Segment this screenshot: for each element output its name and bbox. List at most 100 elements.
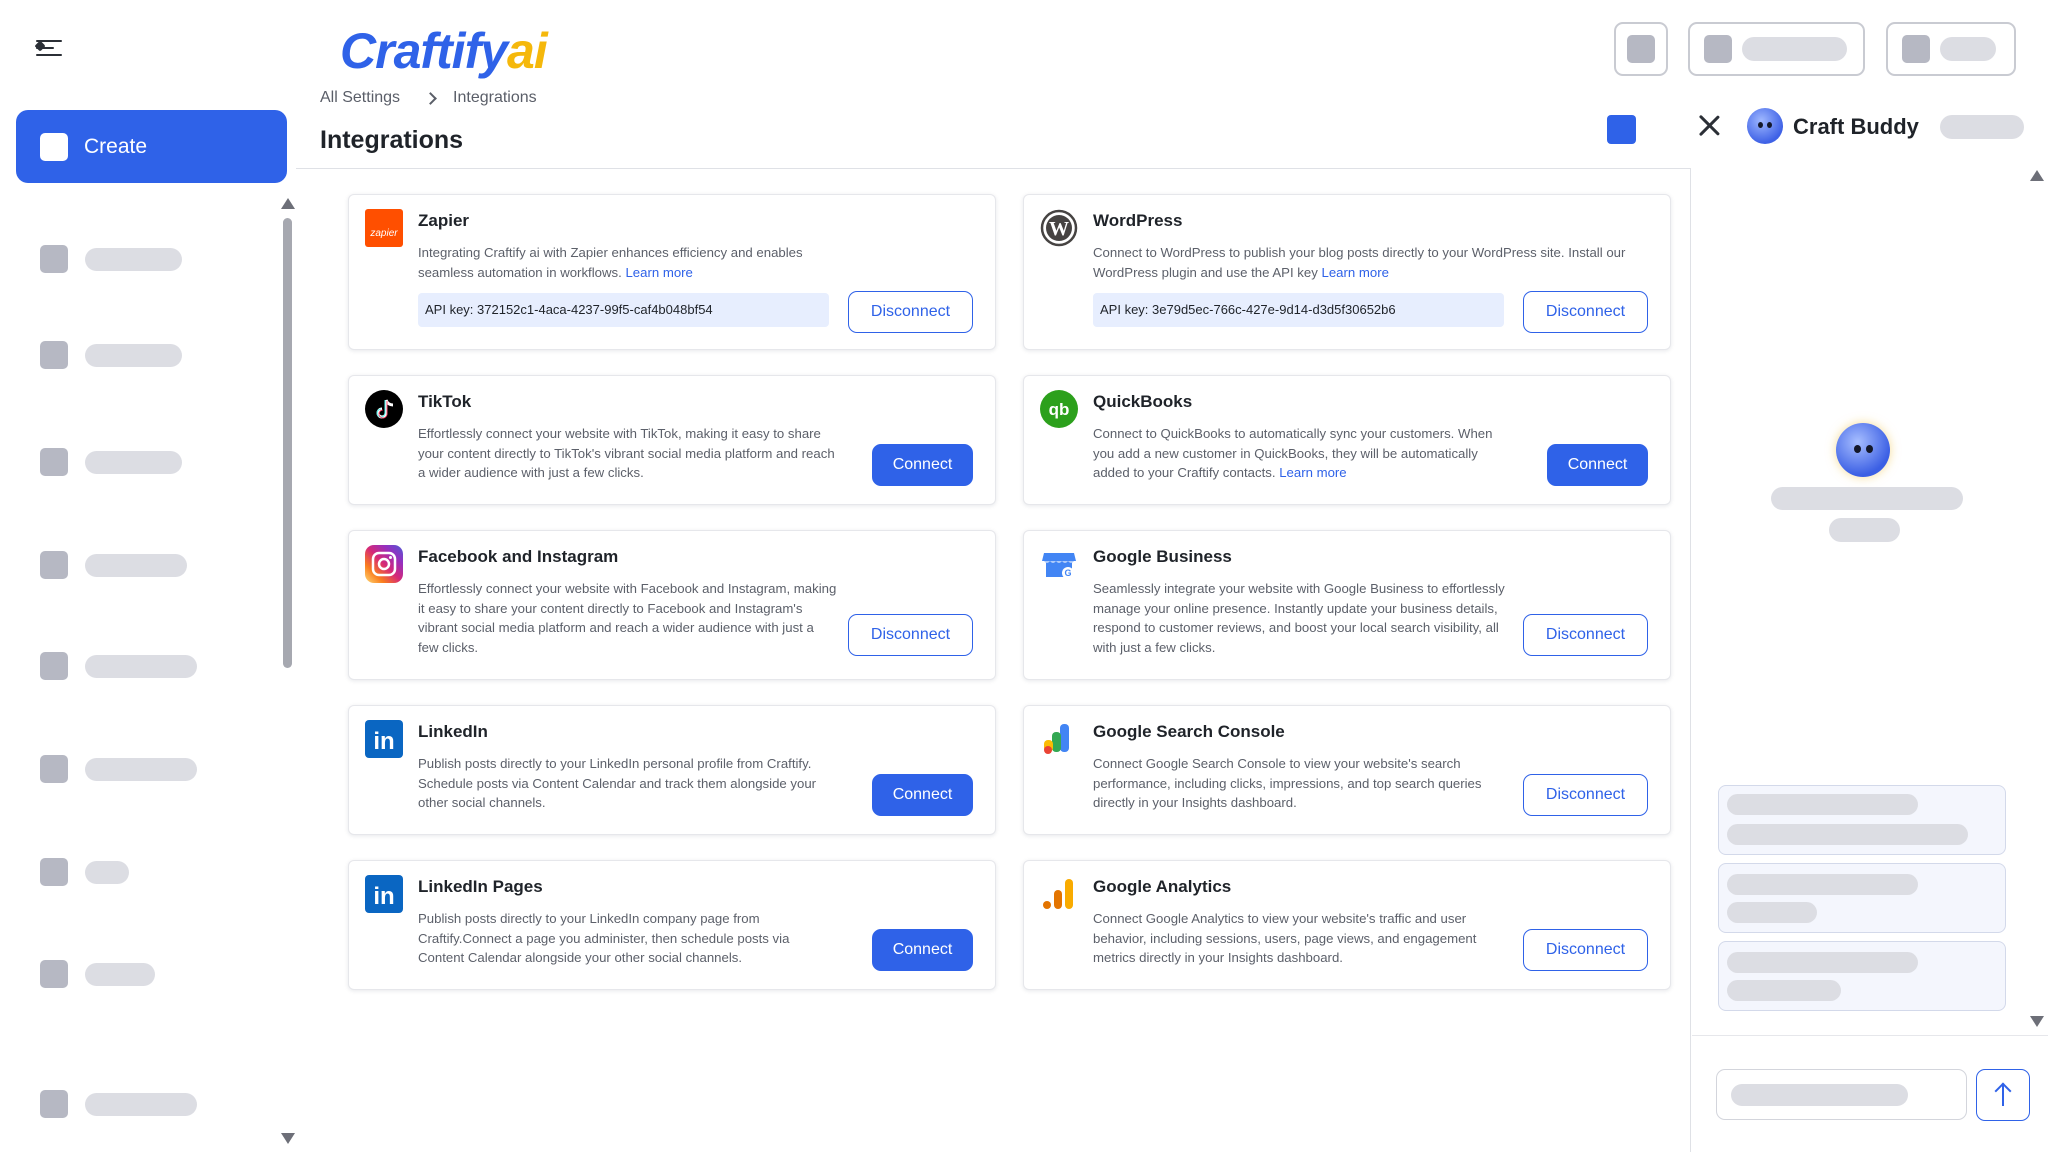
zapier-icon: zapier bbox=[365, 209, 403, 247]
card-title: QuickBooks bbox=[1093, 392, 1193, 411]
sidebar-item-placeholder[interactable] bbox=[40, 245, 182, 273]
nav-label-placeholder bbox=[85, 450, 182, 474]
disconnect-button[interactable]: Disconnect bbox=[1523, 614, 1648, 656]
nav-placeholder-icon bbox=[40, 341, 68, 369]
integration-card-wordpress: W WordPress Connect to WordPress to publ… bbox=[1023, 194, 1671, 350]
disconnect-button[interactable]: Disconnect bbox=[848, 291, 973, 333]
disconnect-button[interactable]: Disconnect bbox=[848, 614, 973, 656]
sidebar-item-placeholder[interactable] bbox=[40, 551, 187, 579]
svg-text:in: in bbox=[373, 728, 394, 755]
logo-text: Craftify bbox=[340, 23, 508, 79]
nav-label-placeholder bbox=[85, 343, 182, 367]
integration-card-zapier: zapier Zapier Integrating Craftify ai wi… bbox=[348, 194, 996, 350]
collapse-menu-icon[interactable] bbox=[34, 36, 64, 60]
placeholder-label bbox=[1742, 37, 1847, 61]
scroll-down-arrow-icon[interactable] bbox=[2030, 1016, 2044, 1027]
sidebar-item-placeholder[interactable] bbox=[40, 960, 155, 988]
header-placeholder-button[interactable] bbox=[1886, 22, 2016, 76]
chat-message-input[interactable] bbox=[1716, 1069, 1967, 1120]
create-icon bbox=[40, 132, 68, 161]
linkedin-icon: in bbox=[365, 720, 403, 758]
sidebar-item-placeholder[interactable] bbox=[40, 652, 197, 680]
greeting-sub-placeholder bbox=[1829, 518, 1900, 542]
nav-label-placeholder bbox=[85, 247, 182, 271]
scroll-up-arrow-icon[interactable] bbox=[281, 198, 295, 209]
greeting-placeholder bbox=[1771, 487, 1963, 510]
sidebar-scrollbar-thumb[interactable] bbox=[283, 218, 292, 668]
chat-input-divider bbox=[1692, 1035, 2048, 1036]
sidebar-item-placeholder[interactable] bbox=[40, 1090, 197, 1118]
close-icon[interactable] bbox=[1698, 114, 1720, 136]
suggestion-card[interactable] bbox=[1718, 863, 2006, 933]
svg-text:G: G bbox=[1064, 568, 1071, 578]
api-key-field[interactable]: API key: 3e79d5ec-766c-427e-9d14-d3d5f30… bbox=[1093, 293, 1504, 327]
connect-button[interactable]: Connect bbox=[1547, 444, 1648, 486]
integration-card-facebook-instagram: Facebook and Instagram Effortlessly conn… bbox=[348, 530, 996, 680]
breadcrumb-all-settings[interactable]: All Settings bbox=[320, 89, 400, 107]
disconnect-button[interactable]: Disconnect bbox=[1523, 291, 1648, 333]
disconnect-button[interactable]: Disconnect bbox=[1523, 774, 1648, 816]
sidebar: Create bbox=[0, 0, 296, 1152]
card-title: Google Business bbox=[1093, 547, 1232, 566]
connect-button[interactable]: Connect bbox=[872, 774, 973, 816]
header-icon-button[interactable] bbox=[1614, 22, 1668, 76]
breadcrumb-current: Integrations bbox=[453, 89, 537, 106]
card-description: Publish posts directly to your LinkedIn … bbox=[418, 911, 790, 965]
suggestion-line-placeholder bbox=[1727, 902, 1817, 923]
integration-card-linkedin: in LinkedIn Publish posts directly to yo… bbox=[348, 705, 996, 835]
craft-buddy-large-avatar bbox=[1836, 423, 1890, 477]
learn-more-link[interactable]: Learn more bbox=[1321, 265, 1388, 280]
create-button[interactable]: Create bbox=[16, 110, 287, 183]
chat-header-placeholder[interactable] bbox=[1940, 115, 2024, 139]
scroll-up-arrow-icon[interactable] bbox=[2030, 170, 2044, 181]
connect-button[interactable]: Connect bbox=[872, 929, 973, 971]
linkedin-pages-icon: in bbox=[365, 875, 403, 913]
integration-card-google-analytics: Google Analytics Connect Google Analytic… bbox=[1023, 860, 1671, 990]
card-description: Effortlessly connect your website with F… bbox=[418, 581, 837, 655]
sidebar-item-placeholder[interactable] bbox=[40, 755, 197, 783]
svg-text:zapier: zapier bbox=[369, 228, 398, 239]
sidebar-item-placeholder[interactable] bbox=[40, 448, 182, 476]
suggestion-card[interactable] bbox=[1718, 941, 2006, 1011]
learn-more-link[interactable]: Learn more bbox=[1279, 465, 1346, 480]
nav-placeholder-icon bbox=[40, 858, 68, 886]
instagram-icon bbox=[365, 545, 403, 583]
craft-buddy-avatar bbox=[1747, 108, 1783, 144]
chat-title: Craft Buddy bbox=[1793, 114, 1919, 139]
nav-label-placeholder bbox=[85, 757, 197, 781]
page-title: Integrations bbox=[320, 126, 464, 154]
card-description: Connect to QuickBooks to automatically s… bbox=[1093, 426, 1493, 480]
api-key-field[interactable]: API key: 372152c1-4aca-4237-99f5-caf4b04… bbox=[418, 293, 829, 327]
create-label: Create bbox=[84, 134, 148, 158]
sidebar-item-placeholder[interactable] bbox=[40, 858, 129, 886]
card-description: Connect to WordPress to publish your blo… bbox=[1093, 245, 1626, 280]
chevron-right-icon bbox=[424, 91, 437, 105]
disconnect-button[interactable]: Disconnect bbox=[1523, 929, 1648, 971]
send-arrow-icon[interactable] bbox=[1976, 1069, 2030, 1121]
card-description: Integrating Craftify ai with Zapier enha… bbox=[418, 245, 803, 280]
suggestion-line-placeholder bbox=[1727, 980, 1841, 1001]
craftify-logo[interactable]: Craftifyai bbox=[340, 22, 548, 80]
card-title: Facebook and Instagram bbox=[418, 547, 619, 566]
google-search-console-icon bbox=[1040, 720, 1078, 758]
suggestion-line-placeholder bbox=[1727, 794, 1918, 815]
header-divider bbox=[296, 168, 1690, 169]
nav-placeholder-icon bbox=[40, 551, 68, 579]
suggestion-line-placeholder bbox=[1727, 824, 1968, 845]
integration-card-linkedin-pages: in LinkedIn Pages Publish posts directly… bbox=[348, 860, 996, 990]
svg-text:qb: qb bbox=[1049, 400, 1070, 419]
quickbooks-icon: qb bbox=[1040, 390, 1078, 428]
tiktok-icon bbox=[365, 390, 403, 428]
card-title: Google Analytics bbox=[1093, 877, 1232, 896]
sidebar-item-placeholder[interactable] bbox=[40, 341, 182, 369]
nav-placeholder-icon bbox=[40, 755, 68, 783]
nav-label-placeholder bbox=[85, 553, 187, 577]
action-square-button[interactable] bbox=[1607, 115, 1636, 144]
connect-button[interactable]: Connect bbox=[872, 444, 973, 486]
suggestion-card[interactable] bbox=[1718, 785, 2006, 855]
header-placeholder-button[interactable] bbox=[1688, 22, 1865, 76]
nav-placeholder-icon bbox=[40, 960, 68, 988]
learn-more-link[interactable]: Learn more bbox=[625, 265, 692, 280]
card-title: TikTok bbox=[418, 392, 472, 411]
scroll-down-arrow-icon[interactable] bbox=[281, 1133, 295, 1144]
